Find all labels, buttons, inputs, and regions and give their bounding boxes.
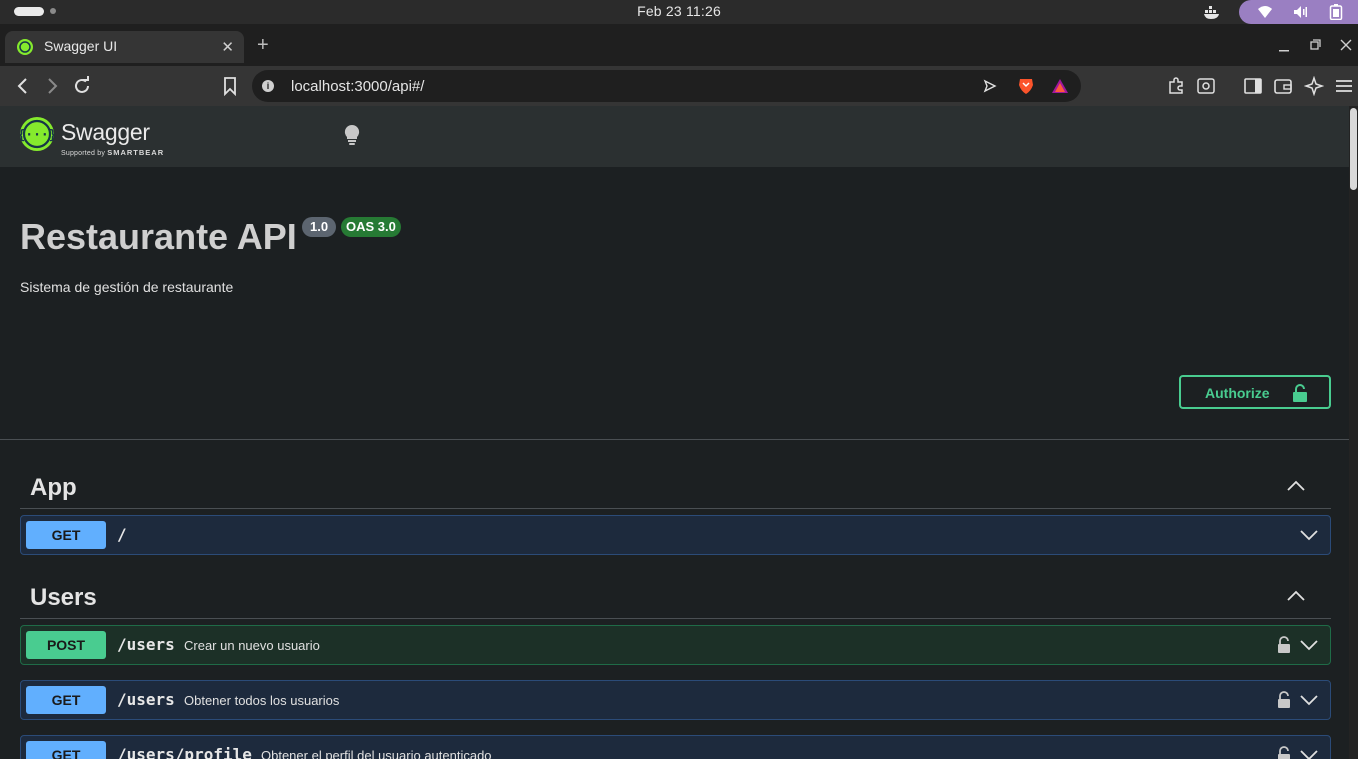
chevron-down-icon[interactable]	[1300, 529, 1318, 541]
tab-title: Swagger UI	[44, 38, 118, 54]
tag-header-users[interactable]: Users	[20, 575, 1331, 619]
wallet-icon[interactable]	[1273, 76, 1293, 96]
chevron-down-icon[interactable]	[1300, 694, 1318, 706]
method-badge: GET	[26, 741, 106, 759]
swagger-topbar: {···} Swagger Supported by SMARTBEAR	[0, 106, 1349, 167]
operation-row[interactable]: GET /	[20, 515, 1331, 555]
forward-icon[interactable]	[42, 76, 62, 96]
back-icon[interactable]	[13, 76, 33, 96]
api-title: Restaurante API	[20, 216, 297, 257]
section-divider	[0, 439, 1349, 440]
operation-summary: Obtener todos los usuarios	[184, 693, 340, 708]
operation-path: /	[117, 525, 127, 544]
leo-ai-icon[interactable]	[1304, 76, 1324, 96]
lock-icon[interactable]	[1277, 636, 1291, 654]
swagger-subbrand-name: SMARTBEAR	[107, 148, 165, 157]
restore-icon[interactable]	[1309, 39, 1321, 51]
chevron-up-icon[interactable]	[1286, 590, 1306, 602]
url-text[interactable]: localhost:3000/api#/	[291, 78, 424, 95]
operation-row[interactable]: GET /users Obtener todos los usuarios	[20, 680, 1331, 720]
method-badge: GET	[26, 521, 106, 549]
operation-row[interactable]: GET /users/profile Obtener el perfil del…	[20, 735, 1331, 759]
operation-summary: Obtener el perfil del usuario autenticad…	[261, 748, 492, 759]
authorize-button[interactable]: Authorize	[1179, 375, 1331, 409]
version-badge: 1.0	[302, 217, 337, 237]
tag-header-app[interactable]: App	[20, 465, 1331, 509]
lock-icon	[1293, 384, 1307, 402]
menu-icon[interactable]	[1334, 76, 1354, 96]
operation-row[interactable]: POST /users Crear un nuevo usuario	[20, 625, 1331, 665]
chevron-down-icon[interactable]	[1300, 749, 1318, 759]
close-tab-icon[interactable]: ✕	[221, 38, 234, 56]
scrollbar-thumb[interactable]	[1350, 108, 1357, 190]
svg-text:{···}: {···}	[20, 128, 54, 143]
sidebar-icon[interactable]	[1243, 76, 1263, 96]
send-icon[interactable]	[983, 79, 997, 93]
operation-summary: Crear un nuevo usuario	[184, 638, 320, 653]
brave-rewards-icon[interactable]	[1051, 78, 1069, 94]
method-badge: POST	[26, 631, 106, 659]
browser-tab-strip: Swagger UI ✕ +	[0, 24, 1358, 66]
brave-shields-icon[interactable]	[1017, 77, 1035, 95]
lock-icon[interactable]	[1277, 746, 1291, 759]
os-clock[interactable]: Feb 23 11:26	[0, 3, 1358, 19]
method-badge: GET	[26, 686, 106, 714]
swagger-subbrand-prefix: Supported by	[61, 150, 106, 157]
new-tab-button[interactable]: +	[257, 34, 269, 57]
battery-icon	[1329, 4, 1343, 20]
swagger-brand: Swagger	[61, 119, 150, 145]
browser-tab[interactable]: Swagger UI ✕	[5, 31, 244, 63]
chevron-down-icon[interactable]	[1300, 639, 1318, 651]
swagger-logo-icon[interactable]: {···}	[20, 117, 54, 151]
wifi-icon	[1258, 6, 1272, 18]
address-bar[interactable]: i localhost:3000/api#/	[252, 70, 1081, 102]
api-description: Sistema de gestión de restaurante	[20, 279, 234, 295]
lock-icon[interactable]	[1277, 691, 1291, 709]
system-tray[interactable]	[1239, 0, 1358, 24]
bulb-icon[interactable]	[343, 124, 361, 146]
site-info-icon[interactable]: i	[262, 80, 274, 92]
minimize-icon[interactable]	[1278, 40, 1290, 52]
leo-search-icon[interactable]	[1196, 76, 1216, 96]
page-scrollbar[interactable]	[1349, 106, 1358, 759]
tag-title: App	[30, 474, 77, 501]
close-window-icon[interactable]	[1340, 39, 1352, 51]
extensions-icon[interactable]	[1166, 76, 1186, 96]
oas-badge: OAS 3.0	[341, 217, 401, 237]
browser-toolbar: i localhost:3000/api#/	[0, 66, 1358, 106]
swagger-subbrand: Supported by SMARTBEAR	[61, 148, 164, 157]
reload-icon[interactable]	[72, 76, 92, 96]
bookmark-icon[interactable]	[220, 76, 240, 96]
operation-path: /users	[117, 690, 175, 709]
operation-path: /users	[117, 635, 175, 654]
tag-title: Users	[30, 584, 97, 611]
volume-icon	[1294, 6, 1307, 18]
operation-path: /users/profile	[117, 745, 252, 759]
chevron-up-icon[interactable]	[1286, 480, 1306, 492]
authorize-label: Authorize	[1205, 385, 1270, 401]
docker-icon[interactable]	[1203, 4, 1221, 20]
swagger-page: {···} Swagger Supported by SMARTBEAR Res…	[0, 106, 1349, 759]
os-top-bar: Feb 23 11:26	[0, 0, 1358, 24]
swagger-favicon-icon	[17, 39, 33, 55]
